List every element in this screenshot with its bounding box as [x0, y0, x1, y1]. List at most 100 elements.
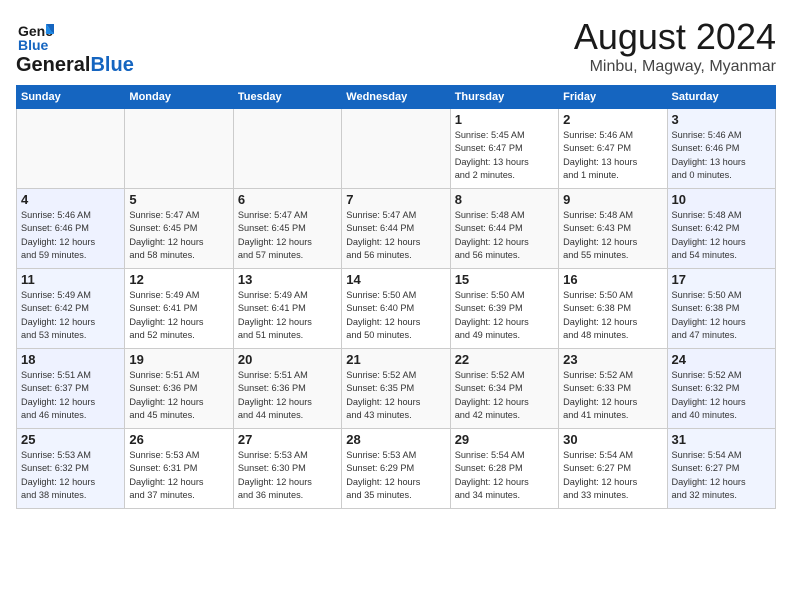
- day-info: Sunrise: 5:52 AM Sunset: 6:32 PM Dayligh…: [672, 369, 771, 422]
- header: General Blue General Blue August 2024 Mi…: [16, 16, 776, 77]
- day-cell: 3 Sunrise: 5:46 AM Sunset: 6:46 PM Daylig…: [667, 109, 775, 189]
- day-info: Sunrise: 5:49 AM Sunset: 6:42 PM Dayligh…: [21, 289, 120, 342]
- day-cell: 8 Sunrise: 5:48 AM Sunset: 6:44 PM Daylig…: [450, 189, 558, 269]
- col-header-wednesday: Wednesday: [342, 86, 450, 109]
- day-info: Sunrise: 5:54 AM Sunset: 6:28 PM Dayligh…: [455, 449, 554, 502]
- day-number: 6: [238, 192, 337, 207]
- day-info: Sunrise: 5:54 AM Sunset: 6:27 PM Dayligh…: [672, 449, 771, 502]
- day-cell: [342, 109, 450, 189]
- day-cell: 2 Sunrise: 5:46 AM Sunset: 6:47 PM Daylig…: [559, 109, 667, 189]
- day-cell: [233, 109, 341, 189]
- day-info: Sunrise: 5:51 AM Sunset: 6:37 PM Dayligh…: [21, 369, 120, 422]
- day-info: Sunrise: 5:45 AM Sunset: 6:47 PM Dayligh…: [455, 129, 554, 182]
- logo-icon: General Blue: [16, 16, 54, 54]
- day-cell: 7 Sunrise: 5:47 AM Sunset: 6:44 PM Daylig…: [342, 189, 450, 269]
- day-cell: 24 Sunrise: 5:52 AM Sunset: 6:32 PM Dayli…: [667, 349, 775, 429]
- week-row-4: 18Sunrise: 5:51 AM Sunset: 6:37 PM Dayli…: [17, 349, 776, 429]
- day-cell: 28Sunrise: 5:53 AM Sunset: 6:29 PM Dayli…: [342, 429, 450, 509]
- day-info: Sunrise: 5:53 AM Sunset: 6:32 PM Dayligh…: [21, 449, 120, 502]
- day-info: Sunrise: 5:49 AM Sunset: 6:41 PM Dayligh…: [238, 289, 337, 342]
- calendar-table: SundayMondayTuesdayWednesdayThursdayFrid…: [16, 85, 776, 509]
- day-cell: 18Sunrise: 5:51 AM Sunset: 6:37 PM Dayli…: [17, 349, 125, 429]
- day-cell: 11 Sunrise: 5:49 AM Sunset: 6:42 PM Dayli…: [17, 269, 125, 349]
- day-number: 7: [346, 192, 445, 207]
- day-number: 11: [21, 272, 120, 287]
- col-header-friday: Friday: [559, 86, 667, 109]
- day-info: Sunrise: 5:46 AM Sunset: 6:46 PM Dayligh…: [672, 129, 771, 182]
- day-info: Sunrise: 5:46 AM Sunset: 6:47 PM Dayligh…: [563, 129, 662, 182]
- day-number: 13: [238, 272, 337, 287]
- day-number: 25: [21, 432, 120, 447]
- day-cell: 30Sunrise: 5:54 AM Sunset: 6:27 PM Dayli…: [559, 429, 667, 509]
- day-number: 2: [563, 112, 662, 127]
- day-cell: 21 Sunrise: 5:52 AM Sunset: 6:35 PM Dayli…: [342, 349, 450, 429]
- day-info: Sunrise: 5:50 AM Sunset: 6:38 PM Dayligh…: [563, 289, 662, 342]
- calendar-header-row: SundayMondayTuesdayWednesdayThursdayFrid…: [17, 86, 776, 109]
- day-number: 16: [563, 272, 662, 287]
- day-number: 14: [346, 272, 445, 287]
- day-number: 9: [563, 192, 662, 207]
- day-cell: 26 Sunrise: 5:53 AM Sunset: 6:31 PM Dayli…: [125, 429, 233, 509]
- day-cell: 15 Sunrise: 5:50 AM Sunset: 6:39 PM Dayli…: [450, 269, 558, 349]
- day-cell: 29Sunrise: 5:54 AM Sunset: 6:28 PM Dayli…: [450, 429, 558, 509]
- day-info: Sunrise: 5:52 AM Sunset: 6:35 PM Dayligh…: [346, 369, 445, 422]
- day-info: Sunrise: 5:50 AM Sunset: 6:38 PM Dayligh…: [672, 289, 771, 342]
- logo-blue: Blue: [90, 54, 133, 77]
- day-cell: 10Sunrise: 5:48 AM Sunset: 6:42 PM Dayli…: [667, 189, 775, 269]
- week-row-1: 1 Sunrise: 5:45 AM Sunset: 6:47 PM Daylig…: [17, 109, 776, 189]
- day-number: 10: [672, 192, 771, 207]
- day-info: Sunrise: 5:48 AM Sunset: 6:44 PM Dayligh…: [455, 209, 554, 262]
- day-number: 12: [129, 272, 228, 287]
- col-header-sunday: Sunday: [17, 86, 125, 109]
- day-cell: 14 Sunrise: 5:50 AM Sunset: 6:40 PM Dayli…: [342, 269, 450, 349]
- day-info: Sunrise: 5:53 AM Sunset: 6:31 PM Dayligh…: [129, 449, 228, 502]
- day-info: Sunrise: 5:48 AM Sunset: 6:43 PM Dayligh…: [563, 209, 662, 262]
- day-number: 22: [455, 352, 554, 367]
- day-number: 20: [238, 352, 337, 367]
- day-number: 24: [672, 352, 771, 367]
- col-header-thursday: Thursday: [450, 86, 558, 109]
- day-number: 26: [129, 432, 228, 447]
- day-cell: 31 Sunrise: 5:54 AM Sunset: 6:27 PM Dayli…: [667, 429, 775, 509]
- day-number: 21: [346, 352, 445, 367]
- logo: General Blue General Blue: [16, 16, 134, 77]
- day-info: Sunrise: 5:50 AM Sunset: 6:40 PM Dayligh…: [346, 289, 445, 342]
- day-number: 5: [129, 192, 228, 207]
- day-info: Sunrise: 5:47 AM Sunset: 6:44 PM Dayligh…: [346, 209, 445, 262]
- day-cell: 9 Sunrise: 5:48 AM Sunset: 6:43 PM Daylig…: [559, 189, 667, 269]
- day-cell: 16 Sunrise: 5:50 AM Sunset: 6:38 PM Dayli…: [559, 269, 667, 349]
- day-info: Sunrise: 5:52 AM Sunset: 6:33 PM Dayligh…: [563, 369, 662, 422]
- day-info: Sunrise: 5:47 AM Sunset: 6:45 PM Dayligh…: [238, 209, 337, 262]
- day-cell: 1 Sunrise: 5:45 AM Sunset: 6:47 PM Daylig…: [450, 109, 558, 189]
- day-number: 8: [455, 192, 554, 207]
- week-row-5: 25 Sunrise: 5:53 AM Sunset: 6:32 PM Dayli…: [17, 429, 776, 509]
- logo-general: General: [16, 54, 90, 77]
- day-number: 31: [672, 432, 771, 447]
- day-cell: [125, 109, 233, 189]
- day-info: Sunrise: 5:51 AM Sunset: 6:36 PM Dayligh…: [129, 369, 228, 422]
- title-area: August 2024 Minbu, Magway, Myanmar: [574, 16, 776, 76]
- day-info: Sunrise: 5:49 AM Sunset: 6:41 PM Dayligh…: [129, 289, 228, 342]
- day-cell: 25 Sunrise: 5:53 AM Sunset: 6:32 PM Dayli…: [17, 429, 125, 509]
- day-info: Sunrise: 5:50 AM Sunset: 6:39 PM Dayligh…: [455, 289, 554, 342]
- day-number: 27: [238, 432, 337, 447]
- week-row-3: 11 Sunrise: 5:49 AM Sunset: 6:42 PM Dayli…: [17, 269, 776, 349]
- day-number: 4: [21, 192, 120, 207]
- day-number: 28: [346, 432, 445, 447]
- day-number: 17: [672, 272, 771, 287]
- day-cell: 23Sunrise: 5:52 AM Sunset: 6:33 PM Dayli…: [559, 349, 667, 429]
- day-cell: 13 Sunrise: 5:49 AM Sunset: 6:41 PM Dayli…: [233, 269, 341, 349]
- day-cell: 4Sunrise: 5:46 AM Sunset: 6:46 PM Daylig…: [17, 189, 125, 269]
- day-cell: 22Sunrise: 5:52 AM Sunset: 6:34 PM Dayli…: [450, 349, 558, 429]
- day-number: 1: [455, 112, 554, 127]
- col-header-saturday: Saturday: [667, 86, 775, 109]
- location-title: Minbu, Magway, Myanmar: [574, 58, 776, 76]
- day-cell: 5Sunrise: 5:47 AM Sunset: 6:45 PM Daylig…: [125, 189, 233, 269]
- day-cell: 20Sunrise: 5:51 AM Sunset: 6:36 PM Dayli…: [233, 349, 341, 429]
- day-cell: 6 Sunrise: 5:47 AM Sunset: 6:45 PM Daylig…: [233, 189, 341, 269]
- day-cell: 12 Sunrise: 5:49 AM Sunset: 6:41 PM Dayli…: [125, 269, 233, 349]
- day-number: 3: [672, 112, 771, 127]
- day-number: 15: [455, 272, 554, 287]
- day-number: 30: [563, 432, 662, 447]
- col-header-tuesday: Tuesday: [233, 86, 341, 109]
